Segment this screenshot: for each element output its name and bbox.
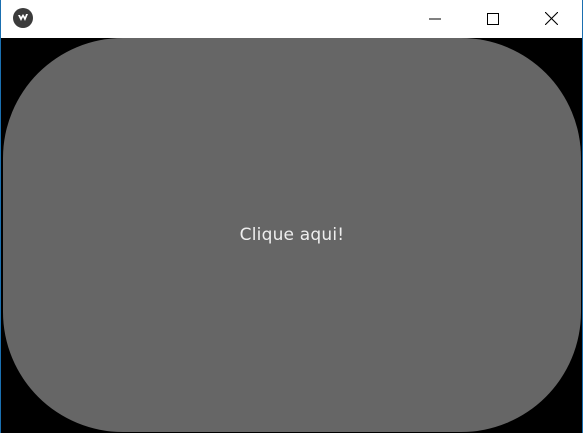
window-content: Clique aqui! — [1, 38, 582, 433]
title-bar[interactable] — [1, 0, 582, 38]
maximize-button[interactable] — [464, 0, 522, 38]
close-icon — [544, 10, 558, 29]
app-window: Clique aqui! — [0, 0, 583, 433]
kivy-app-icon[interactable] — [13, 8, 33, 28]
close-button[interactable] — [522, 0, 580, 38]
click-here-button-label: Clique aqui! — [239, 225, 345, 245]
maximize-icon — [487, 10, 499, 29]
minimize-icon — [429, 10, 441, 29]
minimize-button[interactable] — [406, 0, 464, 38]
click-here-button[interactable]: Clique aqui! — [3, 38, 581, 432]
